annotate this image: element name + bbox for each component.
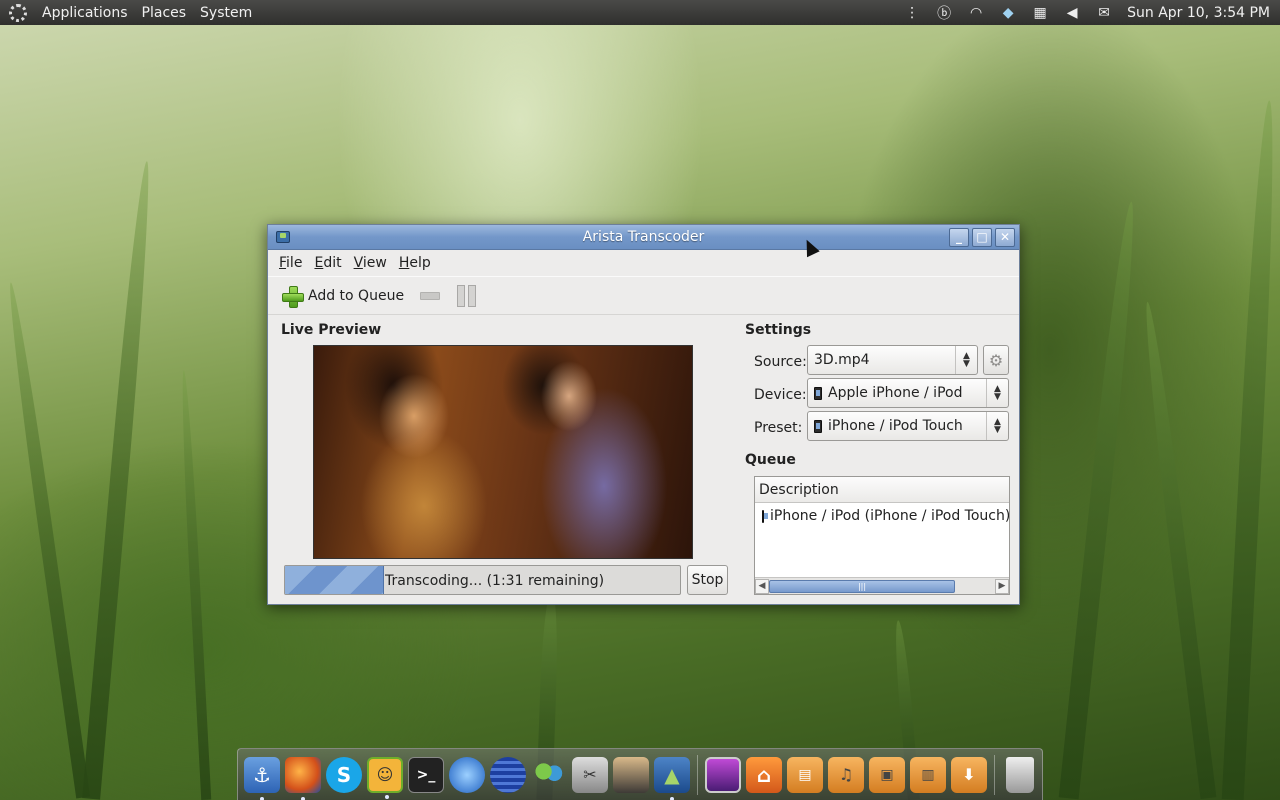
dropbox-icon[interactable]: ◆ (999, 5, 1017, 21)
device-combo[interactable]: Apple iPhone / iPod ▲ ▼ (807, 378, 1009, 408)
source-value: 3D.mp4 (814, 352, 870, 368)
downloads-folder-icon[interactable]: ⬇ (951, 756, 987, 793)
queue-row-text: iPhone / iPod (iPhone / iPod Touch): (770, 508, 1009, 524)
minimize-button[interactable]: _ (949, 227, 969, 247)
google-earth-icon[interactable] (449, 756, 485, 793)
documents-folder-icon[interactable]: ▤ (787, 756, 823, 793)
progress-fill (285, 566, 384, 594)
arista-icon[interactable]: ▲ (654, 756, 690, 800)
menu-view[interactable]: View (348, 252, 393, 274)
dock: ⚓ S ☺ >_ ✂ ▲ ⌂ ▤ ♫ ▣ ▥ ⬇ (237, 748, 1043, 800)
remove-button[interactable] (420, 291, 441, 300)
queue-column-description[interactable]: Description (755, 477, 1009, 503)
source-options-button[interactable]: ⚙ (983, 345, 1009, 375)
live-preview-image (313, 345, 693, 559)
chevron-updown-icon: ▲ ▼ (955, 346, 977, 374)
music-folder-icon[interactable]: ♫ (828, 756, 864, 793)
dock-separator (994, 754, 995, 795)
iphone-icon (762, 509, 768, 523)
maximize-button[interactable]: □ (972, 227, 992, 247)
skype-icon[interactable]: S (326, 756, 362, 793)
chevron-updown-icon: ▲ ▼ (986, 412, 1008, 440)
menu-edit[interactable]: Edit (308, 252, 347, 274)
arista-window: Arista Transcoder _ □ ✕ File Edit View H… (267, 224, 1020, 605)
queue-row[interactable]: iPhone / iPod (iPhone / iPod Touch): (755, 503, 1009, 529)
pictures-folder-icon[interactable]: ▣ (869, 756, 905, 793)
iphone-icon (814, 419, 822, 433)
pidgin-icon[interactable]: ☺ (367, 756, 403, 799)
queue-hscrollbar[interactable]: ◀ ||| ▶ (755, 577, 1009, 594)
video-editor-icon[interactable]: ✂ (572, 756, 608, 793)
source-combo[interactable]: 3D.mp4 ▲ ▼ (807, 345, 978, 375)
scroll-left-icon[interactable]: ◀ (755, 578, 769, 594)
minimize-icon: _ (956, 230, 962, 244)
terminal-icon[interactable]: >_ (408, 756, 444, 793)
monitor-icon[interactable] (705, 756, 741, 793)
media-player-icon[interactable] (613, 756, 649, 793)
places-menu[interactable]: Places (135, 5, 194, 21)
stop-button[interactable]: Stop (687, 565, 728, 595)
videos-folder-icon[interactable]: ▥ (910, 756, 946, 793)
progress-text: Transcoding... (1:31 remaining) (385, 573, 605, 589)
toolbar: Add to Queue (268, 276, 1019, 315)
preset-combo[interactable]: iPhone / iPod Touch ▲ ▼ (807, 411, 1009, 441)
trash-icon[interactable] (1006, 756, 1034, 793)
scroll-track[interactable]: ||| (769, 579, 995, 593)
beats-icon[interactable]: ⓑ (935, 5, 953, 22)
chevron-updown-icon: ▲ ▼ (986, 379, 1008, 407)
keyboard-icon[interactable]: ▦ (1031, 5, 1049, 21)
close-icon: ✕ (999, 230, 1011, 244)
transcode-progress: Transcoding... (1:31 remaining) (284, 565, 681, 595)
dock-separator (697, 754, 698, 795)
queue-list[interactable]: Description iPhone / iPod (iPhone / iPod… (754, 476, 1010, 595)
gear-icon: ⚙ (988, 350, 1004, 370)
scroll-thumb[interactable]: ||| (769, 579, 955, 593)
top-panel: Applications Places System ⋮ ⓑ ◠ ◆ ▦ ◀ ✉… (0, 0, 1280, 25)
menu-help[interactable]: Help (393, 252, 437, 274)
anchor-icon[interactable]: ⚓ (244, 756, 280, 800)
applications-menu[interactable]: Applications (35, 5, 135, 21)
settings-heading: Settings (745, 322, 812, 338)
close-button[interactable]: ✕ (995, 227, 1015, 247)
home-folder-icon[interactable]: ⌂ (746, 756, 782, 793)
menu-file[interactable]: File (273, 252, 308, 274)
empathy-icon[interactable] (531, 756, 567, 793)
web-icon[interactable] (490, 756, 526, 793)
mail-icon[interactable]: ✉ (1095, 5, 1113, 21)
add-icon (282, 285, 304, 308)
system-menu[interactable]: System (193, 5, 259, 21)
scroll-right-icon[interactable]: ▶ (995, 578, 1009, 594)
volume-icon[interactable]: ◀ (1063, 5, 1081, 21)
menubar: File Edit View Help (268, 250, 1019, 276)
window-title: Arista Transcoder (582, 229, 705, 245)
add-to-queue-button[interactable]: Add to Queue (280, 282, 406, 310)
device-value: Apple iPhone / iPod (828, 385, 963, 401)
clock[interactable]: Sun Apr 10, 3:54 PM (1127, 5, 1270, 21)
ubuntu-logo-icon[interactable] (9, 3, 27, 22)
pause-button[interactable] (455, 284, 477, 307)
maximize-icon: □ (976, 230, 988, 244)
live-preview-heading: Live Preview (281, 322, 382, 338)
preset-value: iPhone / iPod Touch (828, 418, 963, 434)
window-titlebar[interactable]: Arista Transcoder _ □ ✕ (268, 225, 1019, 250)
network-icon[interactable]: ⋮ (903, 5, 921, 21)
firefox-icon[interactable] (285, 756, 321, 800)
add-to-queue-label: Add to Queue (308, 287, 405, 304)
source-label: Source: (754, 354, 807, 370)
preset-label: Preset: (754, 420, 803, 436)
iphone-icon (814, 386, 822, 400)
wifi-icon[interactable]: ◠ (967, 5, 985, 21)
queue-heading: Queue (745, 452, 796, 468)
system-tray: ⋮ ⓑ ◠ ◆ ▦ ◀ ✉ Sun Apr 10, 3:54 PM (903, 5, 1280, 22)
device-label: Device: (754, 387, 807, 403)
